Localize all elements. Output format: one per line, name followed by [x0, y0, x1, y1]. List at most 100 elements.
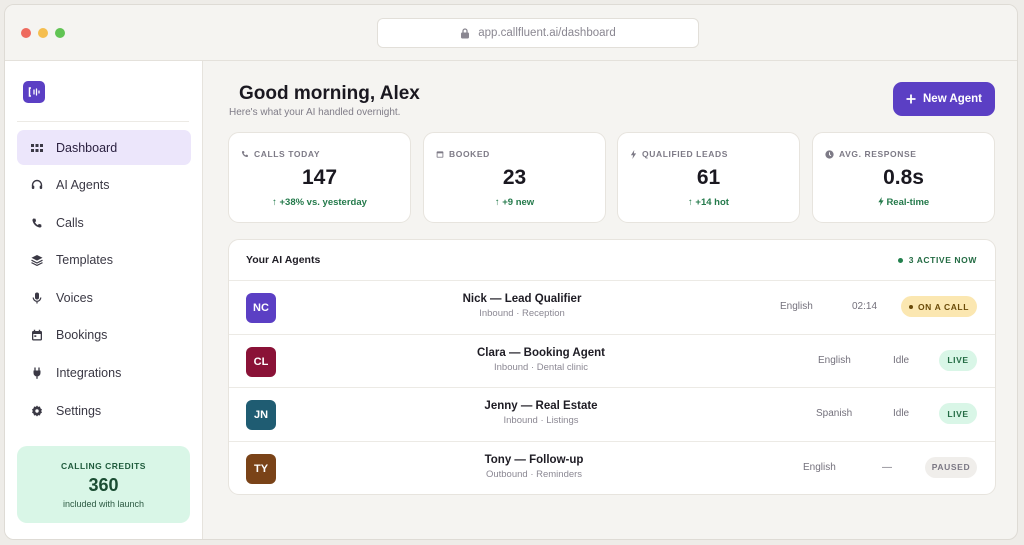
agent-language: English — [818, 354, 851, 366]
sidebar: Dashboard AI Agents Calls Templates Voic… — [5, 61, 203, 539]
maximize-window-dot[interactable] — [55, 28, 65, 38]
stat-delta: ↑ +14 hot — [688, 197, 729, 208]
sidebar-item-label: Settings — [56, 403, 102, 418]
stat-value: 0.8s — [883, 166, 924, 189]
active-now-indicator: 3 ACTIVE NOW — [897, 255, 977, 265]
phone-icon — [241, 151, 248, 158]
main-content: Good morning, Alex Here's what your AI h… — [203, 61, 1017, 539]
stat-delta: Real-time — [813, 197, 994, 208]
stat-delta: ↑ +9 new — [494, 197, 535, 208]
callfluent-logo-icon — [28, 87, 40, 97]
new-agent-button[interactable]: New Agent — [893, 82, 995, 116]
phone-icon — [32, 218, 42, 228]
agent-row-nick[interactable]: NC Nick — Lead Qualifier Inbound · Recep… — [229, 281, 995, 335]
stat-label-text: BOOKED — [449, 149, 490, 159]
agent-meta: Inbound · Reception — [479, 308, 565, 319]
app-logo[interactable] — [23, 81, 45, 103]
calling-credits-card: CALLING CREDITS 360 included with launch — [17, 446, 190, 523]
agent-row-clara[interactable]: CL Clara — Booking Agent Inbound · Denta… — [229, 335, 995, 388]
agent-name: Nick — Lead Qualifier — [462, 293, 582, 305]
avatar: CL — [246, 346, 276, 377]
stat-card-avg-response: AVG. RESPONSE 0.8s Real-time — [812, 132, 995, 223]
sidebar-item-templates[interactable]: Templates — [17, 243, 191, 278]
stat-card-qualified-leads: QUALIFIED LEADS 61 ↑ +14 hot — [617, 132, 800, 223]
url-text: app.callfluent.ai/dashboard — [478, 27, 616, 39]
sidebar-item-voices[interactable]: Voices — [17, 280, 191, 315]
agent-language: English — [803, 461, 836, 473]
credits-subtext: included with launch — [62, 499, 145, 509]
credits-label: CALLING CREDITS — [61, 461, 146, 471]
stat-label-text: AVG. RESPONSE — [839, 149, 917, 159]
avatar: NC — [246, 293, 276, 323]
sidebar-item-label: Bookings — [56, 328, 108, 343]
agent-name: Jenny — Real Estate — [484, 400, 598, 412]
close-window-dot[interactable] — [21, 28, 31, 38]
page-title: Good morning, Alex — [239, 83, 420, 104]
page-subtitle: Here's what your AI handled overnight. — [229, 107, 401, 118]
sidebar-item-integrations[interactable]: Integrations — [17, 356, 191, 391]
status-badge: ON A CALL — [901, 296, 977, 317]
stat-label: QUALIFIED LEADS — [630, 149, 728, 159]
browser-window: app.callfluent.ai/dashboard Dashboard AI… — [4, 4, 1018, 540]
grid-icon — [31, 143, 43, 152]
agents-table-header: Your AI Agents 3 ACTIVE NOW — [229, 240, 995, 281]
calendar-icon — [32, 330, 42, 341]
stat-value: 147 — [301, 166, 338, 189]
sidebar-item-label: Integrations — [56, 366, 122, 381]
clock-icon — [825, 149, 834, 159]
sidebar-nav: Dashboard AI Agents Calls Templates Voic… — [17, 130, 191, 431]
sidebar-item-bookings[interactable]: Bookings — [17, 318, 191, 353]
plus-icon — [906, 94, 916, 104]
stat-label: BOOKED — [436, 149, 490, 159]
stat-card-booked: BOOKED 23 ↑ +9 new — [423, 132, 606, 223]
status-badge-label: ON A CALL — [917, 301, 970, 312]
sidebar-item-settings[interactable]: Settings — [17, 393, 191, 428]
agent-meta: Inbound · Listings — [503, 415, 579, 426]
agent-row-tony[interactable]: TY Tony — Follow-up Outbound · Reminders… — [229, 442, 995, 495]
stat-value: 23 — [502, 166, 527, 189]
bolt-icon — [630, 149, 637, 159]
agents-table-title: Your AI Agents — [246, 254, 321, 266]
sidebar-item-label: Dashboard — [56, 140, 118, 155]
status-dot-icon — [908, 304, 913, 309]
stats-row: CALLS TODAY 147 ↑ +38% vs. yesterday BOO… — [228, 132, 996, 223]
avatar: JN — [246, 400, 276, 430]
new-agent-label: New Agent — [923, 93, 982, 105]
agent-language: Spanish — [816, 408, 853, 419]
stat-delta-text: Real-time — [886, 197, 930, 208]
sidebar-item-label: Calls — [56, 215, 84, 230]
sidebar-item-label: AI Agents — [56, 178, 110, 193]
agent-call-time: — — [882, 461, 892, 473]
plug-icon — [33, 367, 41, 379]
stat-label: AVG. RESPONSE — [825, 149, 917, 159]
sidebar-item-ai-agents[interactable]: AI Agents — [17, 168, 191, 203]
stat-label: CALLS TODAY — [241, 149, 320, 159]
agent-call-time: Idle — [893, 354, 910, 366]
agent-name: Tony — Follow-up — [484, 453, 584, 466]
agent-call-time: Idle — [893, 408, 910, 419]
sidebar-divider — [17, 121, 189, 122]
agent-language: English — [780, 301, 813, 312]
headset-icon — [31, 179, 43, 190]
sidebar-item-dashboard[interactable]: Dashboard — [17, 130, 191, 165]
status-badge: LIVE — [939, 403, 977, 424]
stat-card-calls-today: CALLS TODAY 147 ↑ +38% vs. yesterday — [228, 132, 411, 223]
status-badge: LIVE — [939, 349, 977, 371]
stat-delta: ↑ +38% vs. yesterday — [272, 197, 367, 208]
agent-row-jenny[interactable]: JN Jenny — Real Estate Inbound · Listing… — [229, 388, 995, 442]
gear-icon — [32, 405, 42, 417]
minimize-window-dot[interactable] — [38, 28, 48, 38]
sidebar-item-label: Templates — [56, 253, 113, 268]
address-bar[interactable]: app.callfluent.ai/dashboard — [377, 18, 699, 48]
credits-value: 360 — [88, 475, 119, 495]
sidebar-item-calls[interactable]: Calls — [17, 205, 191, 240]
active-dot-icon — [897, 257, 903, 263]
microphone-icon — [32, 292, 42, 304]
window-controls — [21, 28, 65, 38]
agent-meta: Inbound · Dental clinic — [494, 361, 588, 373]
agents-table: Your AI Agents 3 ACTIVE NOW NC Nick — Le… — [228, 239, 996, 495]
stat-label-text: QUALIFIED LEADS — [642, 149, 728, 159]
agent-call-time: 02:14 — [852, 301, 878, 312]
agent-meta: Outbound · Reminders — [485, 468, 583, 480]
active-now-label: 3 ACTIVE NOW — [908, 255, 977, 265]
